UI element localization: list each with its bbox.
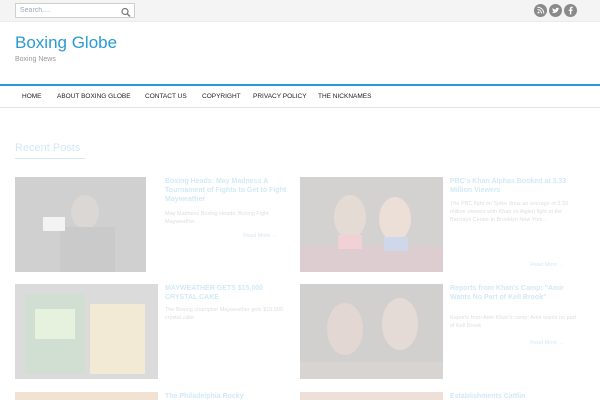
post-thumbnail[interactable]	[300, 284, 443, 379]
read-more-link[interactable]: Read More →	[243, 233, 277, 239]
post-title[interactable]: The Philadelphia Rocky	[165, 392, 295, 400]
crystal-cake-image	[15, 284, 158, 379]
post-excerpt: The PBC fight on Spike drew an average o…	[450, 201, 569, 223]
nav-item-privacy[interactable]: PRIVACY POLICY	[253, 93, 307, 100]
post-excerpt: May Madness Boxing Heads: Boxing Fight M…	[165, 211, 269, 225]
post-title[interactable]: Reports from Khan's Camp: "Amir Wants No…	[450, 284, 580, 302]
section-title: Recent Posts	[15, 142, 81, 154]
post-thumbnail[interactable]	[15, 284, 158, 379]
nav-item-copyright[interactable]: COPYRIGHT	[202, 93, 241, 100]
post-thumbnail[interactable]	[300, 177, 443, 272]
post-title[interactable]: MAYWEATHER GETS $15,000 CRYSTAL CAKE	[165, 284, 295, 302]
nav-item-about[interactable]: ABOUT BOXING GLOBE	[57, 93, 131, 100]
boxing-match-image	[300, 177, 443, 272]
post-thumbnail[interactable]	[15, 177, 146, 272]
post-excerpt: Reports from Amir Khan's camp: Amir want…	[450, 315, 577, 329]
twitter-button[interactable]	[549, 4, 562, 17]
nav-item-nicknames[interactable]: THE NICKNAMES	[318, 93, 371, 100]
rss-icon	[537, 6, 545, 14]
post-title[interactable]: Establishments Cattlin	[450, 392, 580, 400]
boxer-photo-image	[15, 177, 146, 272]
read-more-link[interactable]: Read More →	[530, 340, 564, 346]
search-button[interactable]	[120, 5, 132, 17]
search-box	[15, 3, 135, 18]
facebook-button[interactable]	[564, 4, 577, 17]
section-divider	[15, 158, 85, 159]
post-excerpt: The Boxing champion Mayweather gets $15,…	[165, 307, 284, 321]
post-title[interactable]: PBC's Khan Alphas Booked at 3.33 Million…	[450, 177, 580, 195]
post-thumbnail[interactable]	[15, 392, 158, 400]
post-title[interactable]: Boxing Heads: May Madness A Tournament o…	[165, 177, 295, 204]
boxing-ring-image	[300, 284, 443, 379]
search-input[interactable]	[16, 4, 116, 17]
top-bar	[0, 0, 600, 22]
site-description: Boxing News	[15, 56, 56, 63]
read-more-link[interactable]: Read More →	[530, 262, 564, 268]
main-navigation: HOME ABOUT BOXING GLOBE CONTACT US COPYR…	[0, 84, 600, 108]
twitter-icon	[552, 7, 560, 13]
nav-item-home[interactable]: HOME	[22, 93, 42, 100]
rss-button[interactable]	[534, 4, 547, 17]
post-thumbnail[interactable]	[300, 392, 443, 400]
nav-item-contact[interactable]: CONTACT US	[145, 93, 187, 100]
facebook-icon	[568, 6, 573, 15]
search-icon	[121, 7, 131, 17]
site-title[interactable]: Boxing Globe	[15, 33, 117, 53]
